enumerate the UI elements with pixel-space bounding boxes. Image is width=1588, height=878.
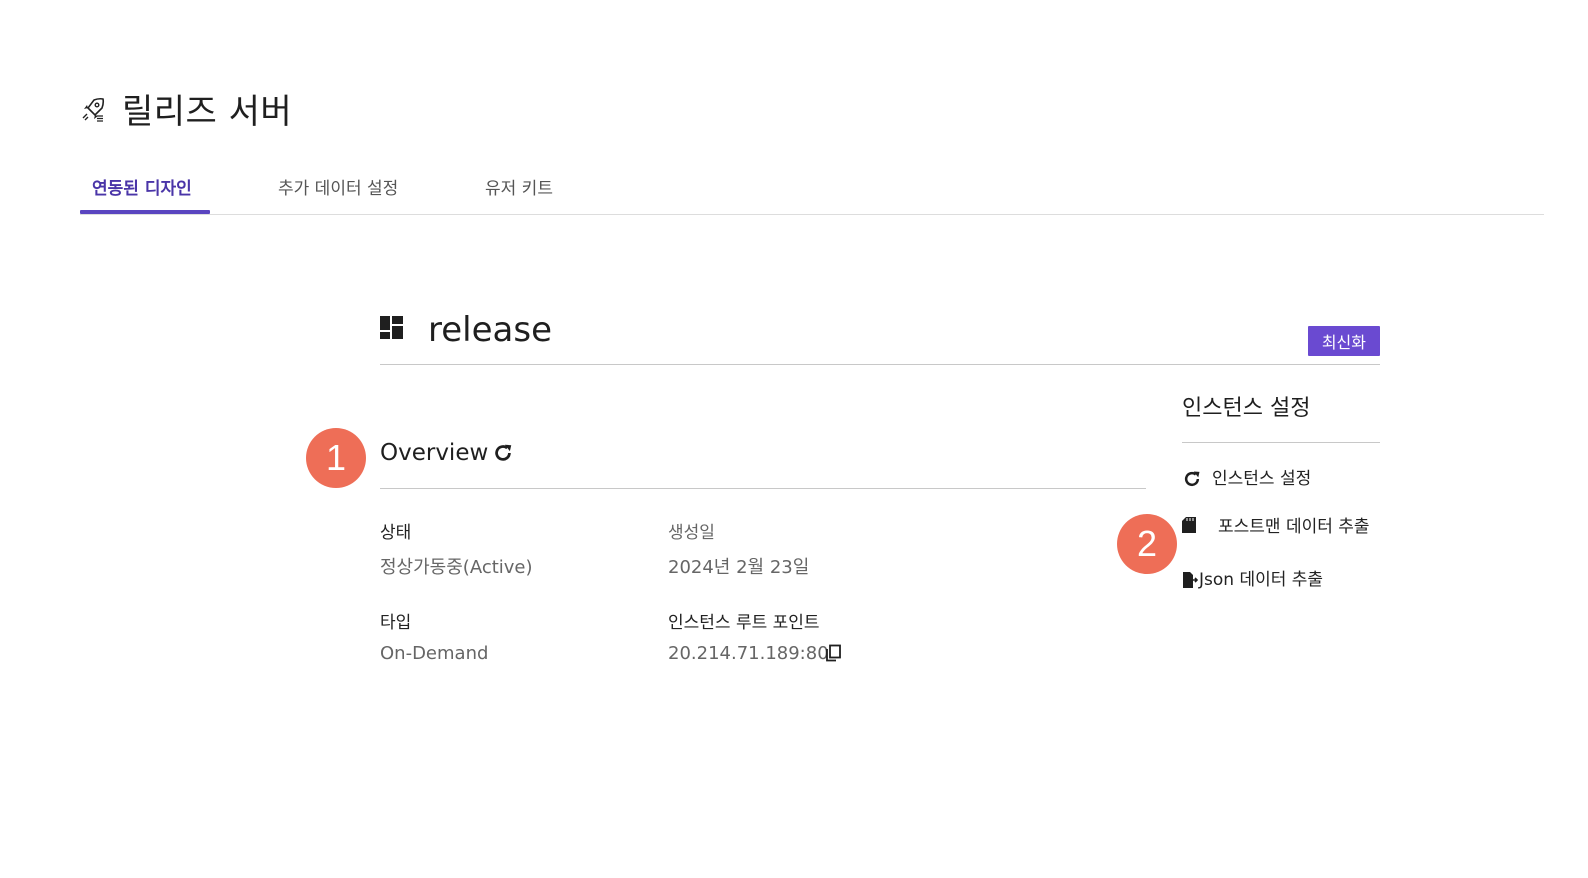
release-title: release (428, 310, 552, 350)
tab-user-kit[interactable]: 유저 키트 (485, 174, 553, 213)
dashboard-icon (380, 316, 403, 339)
rocket-icon (82, 97, 105, 122)
instance-settings-title: 인스턴스 설정 (1182, 396, 1311, 421)
json-export-link[interactable]: Json 데이터 추출 (1182, 567, 1323, 593)
created-date-label: 생성일 (668, 523, 715, 543)
endpoint-label: 인스턴스 루트 포인트 (668, 613, 820, 633)
divider (1182, 442, 1380, 443)
tab-bar: 연동된 디자인 추가 데이터 설정 유저 키트 (80, 160, 1544, 215)
type-value: On-Demand (380, 643, 489, 664)
tab-linked-design[interactable]: 연동된 디자인 (92, 174, 192, 213)
refresh-button[interactable]: 최신화 (1307, 326, 1380, 356)
file-export-icon (1183, 572, 1198, 588)
refresh-icon (1184, 471, 1200, 487)
page: 릴리즈 서버 연동된 디자인 추가 데이터 설정 유저 키트 release 최… (0, 0, 1588, 878)
page-header: 릴리즈 서버 (80, 84, 292, 133)
refresh-icon[interactable] (492, 442, 514, 464)
copy-icon[interactable] (824, 644, 842, 662)
postman-export-label: 포스트맨 데이터 추출 (1218, 517, 1370, 537)
page-title: 릴리즈 서버 (122, 92, 293, 132)
step-marker-1: 1 (306, 428, 366, 488)
created-date-value: 2024년 2월 23일 (668, 557, 810, 578)
type-label: 타입 (380, 613, 412, 633)
instance-settings-link[interactable]: 인스턴스 설정 (1182, 466, 1311, 492)
step-marker-2: 2 (1117, 514, 1177, 574)
overview-title: Overview (380, 440, 489, 466)
instance-settings-link-label: 인스턴스 설정 (1212, 469, 1312, 489)
endpoint-value: 20.214.71.189:80 (668, 643, 829, 664)
tab-additional-data-settings[interactable]: 추가 데이터 설정 (278, 174, 398, 213)
status-label: 상태 (380, 523, 412, 543)
postman-export-link[interactable]: 포스트맨 데이터 추출 (1182, 514, 1382, 540)
sd-card-icon (1182, 517, 1196, 533)
active-tab-indicator (80, 210, 210, 214)
json-export-label: Json 데이터 추출 (1199, 570, 1324, 590)
status-value: 정상가동중(Active) (380, 557, 533, 578)
overview-header: Overview (380, 432, 1146, 489)
release-header: release 최신화 (380, 310, 1380, 365)
